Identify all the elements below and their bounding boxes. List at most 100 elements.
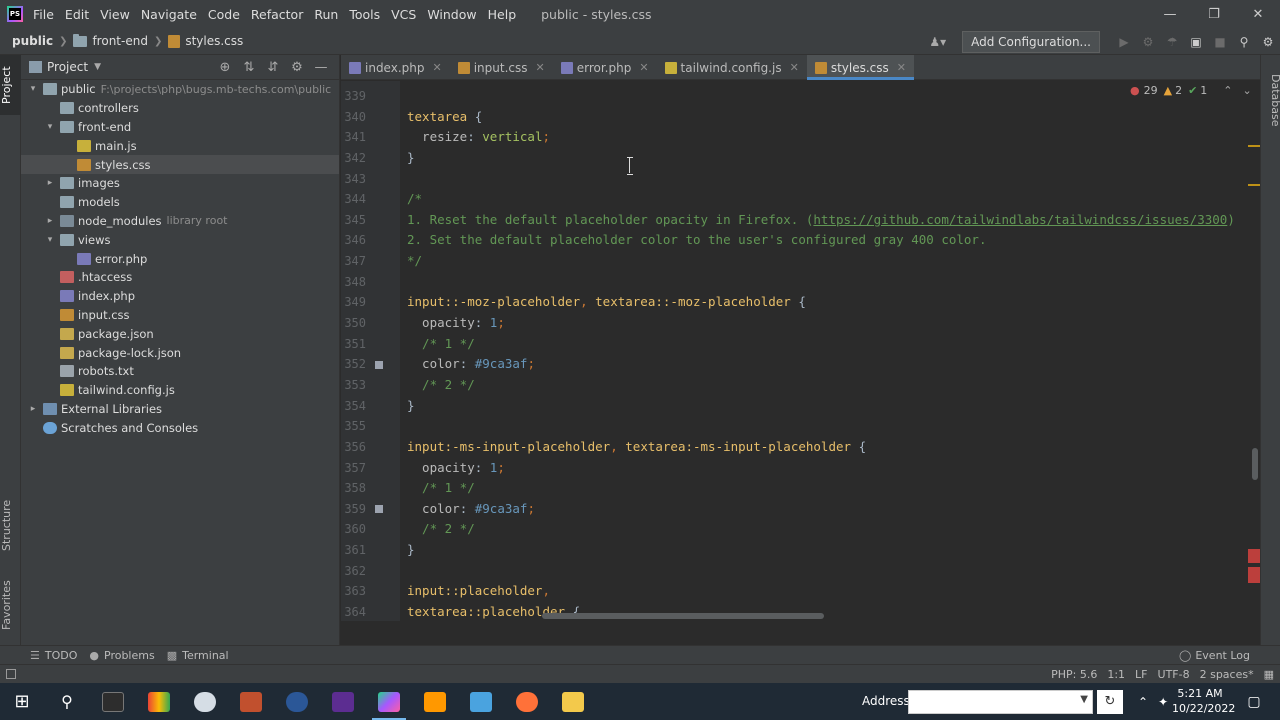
tree-item[interactable]: ▸main.js bbox=[21, 136, 339, 155]
collapse-all-icon[interactable]: ⇵ bbox=[261, 60, 285, 75]
breadcrumb-front-end[interactable]: front-end ❯ bbox=[73, 33, 168, 48]
chevron-down-icon[interactable]: ▾ bbox=[44, 235, 56, 245]
menu-edit[interactable]: Edit bbox=[65, 7, 97, 22]
tool-tab-project[interactable]: Project bbox=[0, 55, 21, 115]
chevron-right-icon[interactable]: ▸ bbox=[44, 178, 56, 188]
notifications-icon[interactable]: ▢ bbox=[1240, 683, 1268, 720]
tree-item[interactable]: ▸ node_modules library root bbox=[21, 212, 339, 231]
layout-icon[interactable] bbox=[6, 669, 16, 679]
menu-file[interactable]: File bbox=[33, 7, 62, 22]
code-editor[interactable]: textarea { resize: vertical;} /* 1. Reset … bbox=[400, 81, 1256, 621]
run-icon[interactable]: ▶ bbox=[1112, 35, 1136, 49]
chevron-down-icon[interactable]: ▾ bbox=[44, 122, 56, 132]
chevron-down-icon[interactable]: ▾ bbox=[27, 84, 39, 94]
line-separator[interactable]: LF bbox=[1135, 668, 1147, 681]
close-icon[interactable]: ✕ bbox=[639, 61, 648, 74]
settings-icon[interactable]: ⚙ bbox=[1256, 35, 1280, 49]
editor-tab[interactable]: error.php ✕ bbox=[553, 55, 657, 80]
stop-icon[interactable]: ■ bbox=[1208, 35, 1232, 49]
taskbar-app-word-icon[interactable] bbox=[274, 683, 320, 720]
menu-code[interactable]: Code bbox=[208, 7, 248, 22]
close-icon[interactable]: ✕ bbox=[790, 61, 799, 74]
code-token[interactable]: https://github.com/tailwindlabs/tailwind… bbox=[813, 212, 1227, 227]
taskbar-app-browser-icon[interactable] bbox=[136, 683, 182, 720]
php-level[interactable]: PHP: 5.6 bbox=[1051, 668, 1097, 681]
gear-icon[interactable]: ⚙ bbox=[285, 60, 309, 75]
editor-tab[interactable]: tailwind.config.js ✕ bbox=[657, 55, 807, 80]
restore-icon[interactable]: ❐ bbox=[1192, 0, 1236, 28]
chevron-up-icon[interactable]: ⌃ bbox=[1138, 695, 1148, 709]
breadcrumb-public[interactable]: public ❯ bbox=[12, 34, 73, 48]
menu-view[interactable]: View bbox=[100, 7, 138, 22]
tree-item[interactable]: ▸package-lock.json bbox=[21, 343, 339, 362]
search-icon[interactable]: ⚲ bbox=[1232, 35, 1256, 49]
menu-refactor[interactable]: Refactor bbox=[251, 7, 311, 22]
taskbar-app-firefox-icon[interactable] bbox=[504, 683, 550, 720]
clock[interactable]: 5:21 AM 10/22/2022 bbox=[1172, 686, 1235, 716]
minimize-icon[interactable]: — bbox=[1148, 0, 1192, 28]
windows-start-icon[interactable]: ⊞ bbox=[0, 683, 44, 720]
chevron-right-icon[interactable]: ▸ bbox=[27, 404, 39, 414]
chevron-down-icon[interactable]: ▼ bbox=[94, 62, 101, 72]
tree-item[interactable]: ▸error.php bbox=[21, 249, 339, 268]
tool-todo[interactable]: ☰ TODO bbox=[30, 649, 77, 662]
taskbar-app-jetbrains-icon[interactable] bbox=[228, 683, 274, 720]
user-icon[interactable]: ♟▾ bbox=[929, 35, 946, 49]
close-icon[interactable]: ✕ bbox=[432, 61, 441, 74]
close-icon[interactable]: ✕ bbox=[536, 61, 545, 74]
locate-icon[interactable]: ⊕ bbox=[213, 60, 237, 75]
tool-tab-favorites[interactable]: Favorites bbox=[0, 570, 21, 640]
taskbar-app-tool-icon[interactable] bbox=[182, 683, 228, 720]
taskbar-app-terminal-icon[interactable] bbox=[90, 683, 136, 720]
tree-item[interactable]: ▸robots.txt bbox=[21, 362, 339, 381]
color-swatch-icon[interactable] bbox=[375, 505, 383, 513]
color-swatch-icon[interactable] bbox=[375, 361, 383, 369]
menu-navigate[interactable]: Navigate bbox=[141, 7, 205, 22]
editor-tab[interactable]: input.css ✕ bbox=[450, 55, 553, 80]
chevron-right-icon[interactable]: ▸ bbox=[44, 216, 56, 226]
error-stripe[interactable] bbox=[1246, 81, 1260, 621]
lock-icon[interactable]: ▦ bbox=[1264, 668, 1274, 681]
chevron-up-icon[interactable]: ⌃ bbox=[1223, 84, 1232, 97]
tree-item[interactable]: ▸Scratches and Consoles bbox=[21, 418, 339, 437]
horizontal-scrollbar[interactable] bbox=[542, 613, 824, 619]
hide-icon[interactable]: — bbox=[309, 60, 333, 75]
tree-item[interactable]: ▸controllers bbox=[21, 99, 339, 118]
menu-vcs[interactable]: VCS bbox=[391, 7, 424, 22]
tree-item[interactable]: ▸package.json bbox=[21, 324, 339, 343]
menu-tools[interactable]: Tools bbox=[349, 7, 388, 22]
error-mark[interactable] bbox=[1248, 567, 1260, 583]
build-icon[interactable]: ▣ bbox=[1184, 35, 1208, 49]
tree-item[interactable]: ▸styles.css bbox=[21, 155, 339, 174]
breadcrumb-styles-css[interactable]: styles.css bbox=[168, 34, 243, 48]
taskbar-app-phpstorm-icon[interactable] bbox=[366, 683, 412, 720]
tool-tab-structure[interactable]: Structure bbox=[0, 485, 21, 565]
error-mark[interactable] bbox=[1248, 549, 1260, 563]
network-icon[interactable]: ✦ bbox=[1158, 695, 1168, 709]
tool-tab-database[interactable]: Database bbox=[1261, 65, 1280, 135]
tool-problems[interactable]: ● Problems bbox=[89, 649, 154, 662]
close-icon[interactable]: ✕ bbox=[1236, 0, 1280, 28]
search-icon[interactable]: ⚲ bbox=[44, 683, 90, 720]
tree-item[interactable]: ▸ External Libraries bbox=[21, 400, 339, 419]
vertical-scrollbar[interactable] bbox=[1252, 448, 1258, 480]
chevron-down-icon[interactable]: ▼ bbox=[1080, 694, 1088, 705]
taskbar-app-vs-icon[interactable] bbox=[320, 683, 366, 720]
tree-item[interactable]: ▸ images bbox=[21, 174, 339, 193]
taskbar-app-notes-icon[interactable] bbox=[458, 683, 504, 720]
taskbar-app-sublime-icon[interactable] bbox=[412, 683, 458, 720]
close-icon[interactable]: ✕ bbox=[897, 61, 906, 74]
add-configuration-button[interactable]: Add Configuration... bbox=[962, 30, 1100, 53]
menu-window[interactable]: Window bbox=[427, 7, 484, 22]
menu-help[interactable]: Help bbox=[488, 7, 525, 22]
coverage-icon[interactable]: ☂ bbox=[1160, 35, 1184, 49]
menu-run[interactable]: Run bbox=[314, 7, 346, 22]
tree-item[interactable]: ▾ views bbox=[21, 230, 339, 249]
tree-item[interactable]: ▾ front-end bbox=[21, 118, 339, 137]
event-log-button[interactable]: ◯ Event Log bbox=[1179, 646, 1250, 665]
file-encoding[interactable]: UTF-8 bbox=[1158, 668, 1190, 681]
expand-all-icon[interactable]: ⇅ bbox=[237, 60, 261, 75]
debug-icon[interactable]: ⚙ bbox=[1136, 35, 1160, 49]
tree-item[interactable]: ▸index.php bbox=[21, 287, 339, 306]
editor-tab[interactable]: styles.css ✕ bbox=[806, 55, 915, 80]
